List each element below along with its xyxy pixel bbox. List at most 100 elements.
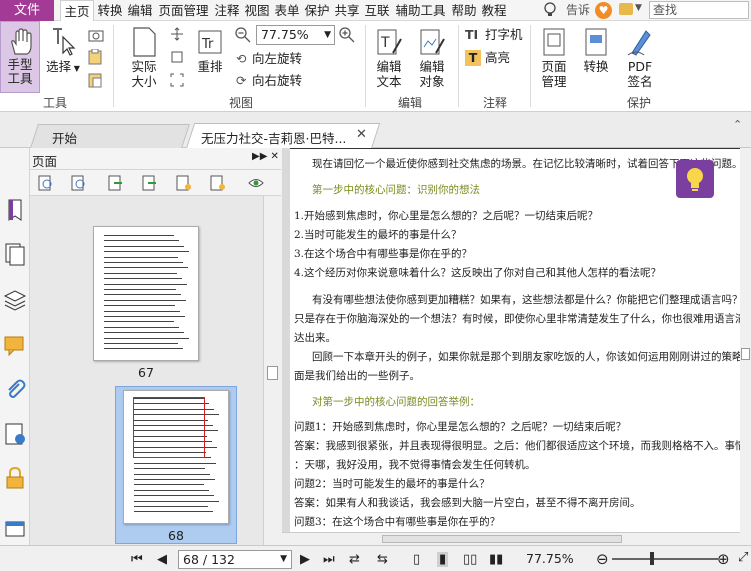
chevron-down-icon[interactable]: ▼ (280, 551, 287, 568)
page-properties-icon[interactable] (248, 175, 264, 191)
tab-start-label[interactable]: 开始 (52, 128, 77, 147)
horizontal-scrollbar-thumb[interactable] (382, 535, 622, 543)
fit-page-icon[interactable] (170, 27, 184, 41)
page-thumbnail-68[interactable] (123, 390, 229, 524)
menu-item[interactable]: 编辑 (126, 0, 154, 21)
zoom-out-icon[interactable]: ⊖ (596, 550, 609, 568)
zoom-input[interactable]: 77.75% ▼ (256, 25, 335, 45)
page-number-input[interactable]: 68 / 132 ▼ (178, 550, 292, 569)
lock-icon[interactable] (3, 466, 27, 490)
search-input[interactable]: 查找 (649, 1, 749, 19)
pages-panel-icon[interactable] (3, 242, 27, 266)
horizontal-scrollbar[interactable] (282, 532, 740, 545)
actual-size-label: 实际 大小 (131, 59, 157, 89)
layers-icon[interactable] (3, 288, 27, 312)
replace-page-icon[interactable] (176, 175, 192, 191)
zoom-out-icon[interactable] (235, 27, 251, 43)
panel-more-icon[interactable] (3, 518, 27, 542)
select-cursor-icon (53, 28, 76, 56)
group-label-protect: 保护 (626, 96, 651, 110)
thumbnail-scrollbar[interactable] (263, 196, 281, 545)
typewriter-button[interactable]: TI 打字机 (465, 25, 523, 45)
menu-item[interactable]: 转换 (96, 0, 124, 21)
previous-view-icon[interactable]: ⇄ (349, 552, 360, 567)
clipboard-paste-icon[interactable] (88, 72, 102, 88)
zoom-slider-knob[interactable] (650, 552, 655, 565)
menu-item[interactable]: 主页 (60, 0, 94, 22)
delete-page-icon[interactable] (210, 175, 226, 191)
close-icon[interactable]: ✕ (356, 127, 367, 142)
document-view[interactable]: 现在请回忆一个最近使你感到社交焦虑的场景。在记忆比较清晰时，试着回答下面这些问题… (282, 148, 751, 545)
thumbnail-scrollbar-thumb[interactable] (267, 366, 278, 380)
insert-page-icon[interactable] (108, 175, 124, 191)
facing-page-icon[interactable]: ▯▯ (463, 552, 477, 567)
menu-item[interactable]: 保护 (303, 0, 331, 21)
tell-me-text[interactable]: 告诉 (566, 0, 590, 21)
panel-collapse-icon[interactable]: ▶▶ ✕ (252, 151, 279, 162)
continuous-facing-icon[interactable]: ▮▮ (489, 552, 503, 567)
extract-page-icon[interactable] (142, 175, 158, 191)
bookmark-panel-icon[interactable] (3, 198, 27, 222)
chevron-down-icon[interactable]: ▼ (324, 26, 331, 44)
vertical-scrollbar-thumb[interactable] (741, 348, 750, 360)
chevron-down-icon[interactable]: ▼ (635, 3, 642, 13)
comments-icon[interactable] (3, 334, 27, 358)
vertical-scrollbar[interactable] (740, 148, 751, 545)
select-button[interactable]: 选择 ▼ (46, 27, 80, 76)
rotate-left-label: 向左旋转 (252, 51, 303, 66)
next-view-icon[interactable]: ⇆ (377, 552, 388, 567)
reflow-button[interactable]: Tr 重排 (193, 27, 227, 74)
folder-icon[interactable] (619, 3, 633, 15)
edit-text-button[interactable]: T 编辑 文本 (371, 27, 407, 89)
menu-file[interactable]: 文件 (0, 0, 54, 21)
tab-document-label[interactable]: 无压力社交-吉莉恩·巴特... (201, 128, 353, 147)
convert-button[interactable]: 转换 (580, 27, 612, 74)
thumbnail-text-line (134, 489, 209, 491)
heart-icon[interactable]: ♥ (595, 2, 612, 19)
fit-width-icon[interactable] (170, 50, 184, 64)
edit-object-button[interactable]: 编辑 对象 (411, 27, 453, 89)
menu-item[interactable]: 注释 (213, 0, 241, 21)
attachment-icon[interactable] (3, 378, 27, 402)
first-page-icon[interactable]: ⏮ (131, 552, 143, 567)
menu-item[interactable]: 页面管理 (156, 0, 211, 21)
document-tab-strip: 开始 无压力社交-吉莉恩·巴特... ✕ (0, 112, 751, 149)
document-page[interactable]: 现在请回忆一个最近使你感到社交焦虑的场景。在记忆比较清晰时，试着回答下面这些问题… (290, 148, 740, 545)
fit-window-icon[interactable]: ⤢ (738, 550, 748, 565)
zoom-out-thumb-icon[interactable] (71, 175, 87, 191)
visible-area-box[interactable] (133, 397, 205, 458)
menu-item[interactable]: 互联 (363, 0, 391, 21)
previous-page-icon[interactable]: ◀ (157, 552, 167, 567)
menu-item[interactable]: 表单 (273, 0, 301, 21)
thumbnail-text-line (104, 256, 178, 258)
menu-item[interactable]: 共享 (333, 0, 361, 21)
snapshot-icon[interactable] (88, 28, 104, 42)
fit-visible-icon[interactable] (170, 73, 184, 87)
highlight-button[interactable]: T 高亮 (465, 48, 510, 68)
lightbulb-icon[interactable] (676, 160, 714, 198)
next-page-icon[interactable]: ▶ (300, 552, 310, 567)
zoom-in-icon[interactable]: ⊕ (717, 550, 730, 568)
continuous-page-icon[interactable]: ▮ (437, 552, 449, 567)
rotate-left-button[interactable]: ⟲ 向左旋转 (236, 49, 302, 69)
clipboard-icon[interactable] (88, 49, 102, 65)
last-page-icon[interactable]: ⏭ (323, 552, 335, 567)
signature-panel-icon[interactable] (3, 422, 27, 446)
actual-size-button[interactable]: 实际 大小 (127, 27, 161, 89)
zoom-in-thumb-icon[interactable] (38, 175, 54, 191)
lightbulb-icon[interactable] (543, 2, 557, 18)
menu-item[interactable]: 教程 (480, 0, 508, 21)
zoom-level-text: 77.75% (526, 551, 574, 566)
zoom-slider[interactable] (612, 558, 718, 560)
hand-tool-button[interactable]: 手型 工具 (0, 21, 40, 93)
single-page-icon[interactable]: ▯ (413, 552, 420, 567)
pdf-sign-button[interactable]: PDF 签名 (620, 27, 660, 89)
menu-item[interactable]: 视图 (243, 0, 271, 21)
page-thumbnail-67[interactable] (93, 226, 199, 361)
collapse-icon[interactable]: ⌃ (733, 118, 742, 131)
menu-item[interactable]: 辅助工具 (393, 0, 448, 21)
rotate-right-button[interactable]: ⟳ 向右旋转 (236, 71, 302, 91)
page-manage-button[interactable]: 页面 管理 (534, 27, 574, 89)
menu-item[interactable]: 帮助 (450, 0, 478, 21)
zoom-in-icon[interactable] (339, 27, 355, 43)
